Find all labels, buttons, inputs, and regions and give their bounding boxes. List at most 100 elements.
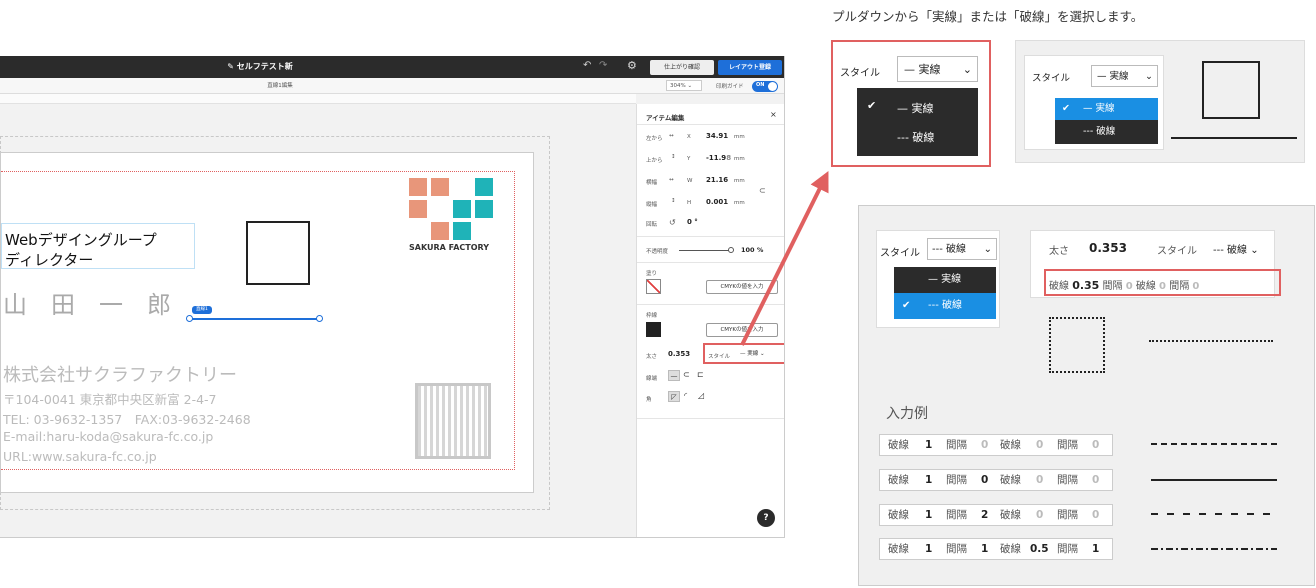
email[interactable]: E-mail:haru-koda@sakura-fc.co.jp (3, 429, 213, 444)
w-input[interactable]: 21.16 (706, 176, 728, 184)
style-label: スタイル (1157, 246, 1197, 257)
x-unit: mm (734, 134, 745, 140)
chevron-down-icon: ⌄ (983, 244, 992, 255)
style-option-solid[interactable]: — 実線 (897, 100, 934, 116)
editor-window: ✎ セルフテスト新 ↶ ↷ ⚙ 仕上がり確認 レイアウト登録 直線1編集 304… (0, 56, 785, 538)
linecap-square-icon[interactable]: ⊏ (697, 370, 704, 379)
corner-miter-icon[interactable]: ◸ (668, 391, 680, 402)
url[interactable]: URL:www.sakura-fc.co.jp (3, 449, 157, 464)
help-button[interactable]: ? (757, 509, 775, 527)
print-guide-label: 印刷ガイド (716, 84, 744, 90)
example-line-1 (1151, 443, 1277, 445)
register-layout-button[interactable]: レイアウト登録 (718, 60, 782, 75)
person-name[interactable]: 山 田 一 郎 (3, 285, 171, 320)
fill-cmyk-button[interactable]: CMYKの値を入力 (706, 280, 778, 294)
demo-result-panel: スタイル — 実線 ⌄ ✔ — 実線 --- 破線 (1015, 40, 1305, 163)
opacity-value[interactable]: 100 % (741, 246, 763, 254)
corner-round-icon[interactable]: ◜ (684, 391, 687, 400)
thickness-input[interactable]: 0.353 (668, 350, 690, 358)
thickness-label: 太さ (1049, 246, 1069, 257)
tel-fax[interactable]: TEL: 03-9632-1357 FAX:03-9632-2468 (3, 409, 251, 428)
qr-code[interactable] (415, 383, 491, 459)
h-label: H (687, 200, 692, 206)
style-label: スタイル (880, 248, 920, 259)
opacity-label: 不透明度 (646, 249, 669, 255)
document-title[interactable]: ✎ セルフテスト新 (0, 56, 520, 78)
style-option-solid[interactable]: — 実線 (894, 267, 996, 293)
undo-icon[interactable]: ↶ (583, 60, 591, 71)
horizontal-ruler (0, 94, 636, 104)
rotate-icon: ↺ (669, 218, 676, 227)
chevron-down-icon: ⌄ (1250, 245, 1259, 256)
gap1-input[interactable]: 0 (1126, 281, 1133, 292)
vertical-arrow-icon: ↕ (671, 154, 676, 160)
corner-bevel-icon[interactable]: ◿ (698, 391, 704, 400)
company-name[interactable]: 株式会社サクラファクトリー (3, 361, 237, 387)
h-input[interactable]: 0.001 (706, 198, 728, 206)
check-icon: ✔ (902, 300, 911, 311)
style-option-dashed[interactable]: --- 破線 (1055, 120, 1158, 144)
sakura-factory-logo[interactable] (409, 178, 497, 240)
line-handle-right[interactable] (316, 315, 323, 322)
rotate-label: 回転 (646, 222, 658, 228)
check-icon: ✔ (1062, 103, 1070, 114)
solid-line-sample (1171, 137, 1297, 139)
horizontal-arrow-icon: ↔ (669, 177, 674, 183)
style-select[interactable]: — 実線 ⌄ (740, 348, 783, 360)
demo2-dropdown-card: スタイル — 実線 ⌄ ✔ — 実線 --- 破線 (1024, 55, 1164, 150)
example-row-1: 破線 1 間隔 0 破線 0 間隔 0 (879, 434, 1113, 456)
close-icon[interactable]: × (770, 110, 777, 119)
style-option-solid[interactable]: ✔ — 実線 (1055, 98, 1158, 120)
gear-icon[interactable]: ⚙ (627, 59, 637, 72)
y-input[interactable]: -11.98 (706, 154, 731, 162)
top-label: 上から (646, 158, 663, 164)
style-option-dashed[interactable]: --- 破線 (897, 129, 934, 145)
linecap-label: 線端 (646, 376, 658, 382)
line-tag: 直線1 (192, 306, 212, 314)
dash2-input[interactable]: 0 (1159, 281, 1166, 292)
examples-heading: 入力例 (886, 406, 928, 422)
fill-none-swatch[interactable] (646, 279, 661, 294)
stroke-cmyk-button[interactable]: CMYKの値を入力 (706, 323, 778, 337)
style-select[interactable]: — 実線 ⌄ (897, 56, 978, 82)
style-label: スタイル (1032, 73, 1071, 84)
style-select[interactable]: --- 破線 ⌄ (1213, 241, 1259, 256)
linecap-round-icon[interactable]: ⊂ (683, 370, 690, 379)
rotate-input[interactable]: 0 ° (687, 218, 698, 226)
x-input[interactable]: 34.91 (706, 132, 728, 140)
business-card[interactable]: Webデザイングループ ディレクター 山 田 一 郎 直線1 SAKURA FA… (0, 152, 534, 493)
square-shape[interactable] (246, 221, 310, 285)
style-options: ✔ — 実線 --- 破線 (857, 88, 978, 156)
print-guide-toggle[interactable]: ON (752, 81, 778, 92)
y-unit: mm (734, 156, 745, 162)
chevron-down-icon: ⌄ (760, 351, 765, 357)
thickness-input[interactable]: 0.353 (1089, 241, 1127, 255)
stroke-color-swatch[interactable] (646, 322, 661, 337)
w-unit: mm (734, 178, 745, 184)
style-select[interactable]: — 実線 ⌄ (1091, 65, 1158, 87)
demo-dashed-panel: スタイル --- 破線 ⌄ — 実線 ✔ --- 破線 太さ 0.353 スタイ… (858, 205, 1315, 586)
job-title-line1[interactable]: Webデザイングループ (5, 229, 157, 250)
example-line-3 (1151, 513, 1277, 515)
x-label: X (687, 134, 691, 140)
edit-mode-label: 直線1編集 (267, 83, 293, 89)
opacity-slider-handle[interactable] (728, 247, 734, 253)
example-row-4: 破線 1 間隔 1 破線 0.5 間隔 1 (879, 538, 1113, 560)
selected-line[interactable] (190, 318, 320, 320)
line-handle-left[interactable] (186, 315, 193, 322)
dash1-input[interactable]: 0.35 (1072, 279, 1099, 292)
y-label: Y (687, 156, 691, 162)
link-icon[interactable]: ⊂ (759, 186, 766, 195)
job-title-line2[interactable]: ディレクター (5, 249, 93, 270)
zoom-select[interactable]: 304% ⌄ (666, 80, 702, 91)
confirm-button[interactable]: 仕上がり確認 (650, 60, 714, 75)
style-option-dashed[interactable]: ✔ --- 破線 (894, 293, 996, 319)
style-select[interactable]: --- 破線 ⌄ (927, 238, 997, 260)
address[interactable]: 〒104-0041 東京都中央区新富 2-4-7 (3, 389, 217, 408)
linecap-butt-icon[interactable]: — (668, 370, 680, 381)
example-line-4 (1151, 548, 1277, 550)
demo3-settings-card: 太さ 0.353 スタイル --- 破線 ⌄ 破線 0.35 間隔 0 破線 0… (1030, 230, 1281, 298)
gap2-input[interactable]: 0 (1192, 281, 1199, 292)
opacity-slider[interactable] (679, 250, 731, 251)
redo-icon[interactable]: ↷ (599, 60, 607, 71)
